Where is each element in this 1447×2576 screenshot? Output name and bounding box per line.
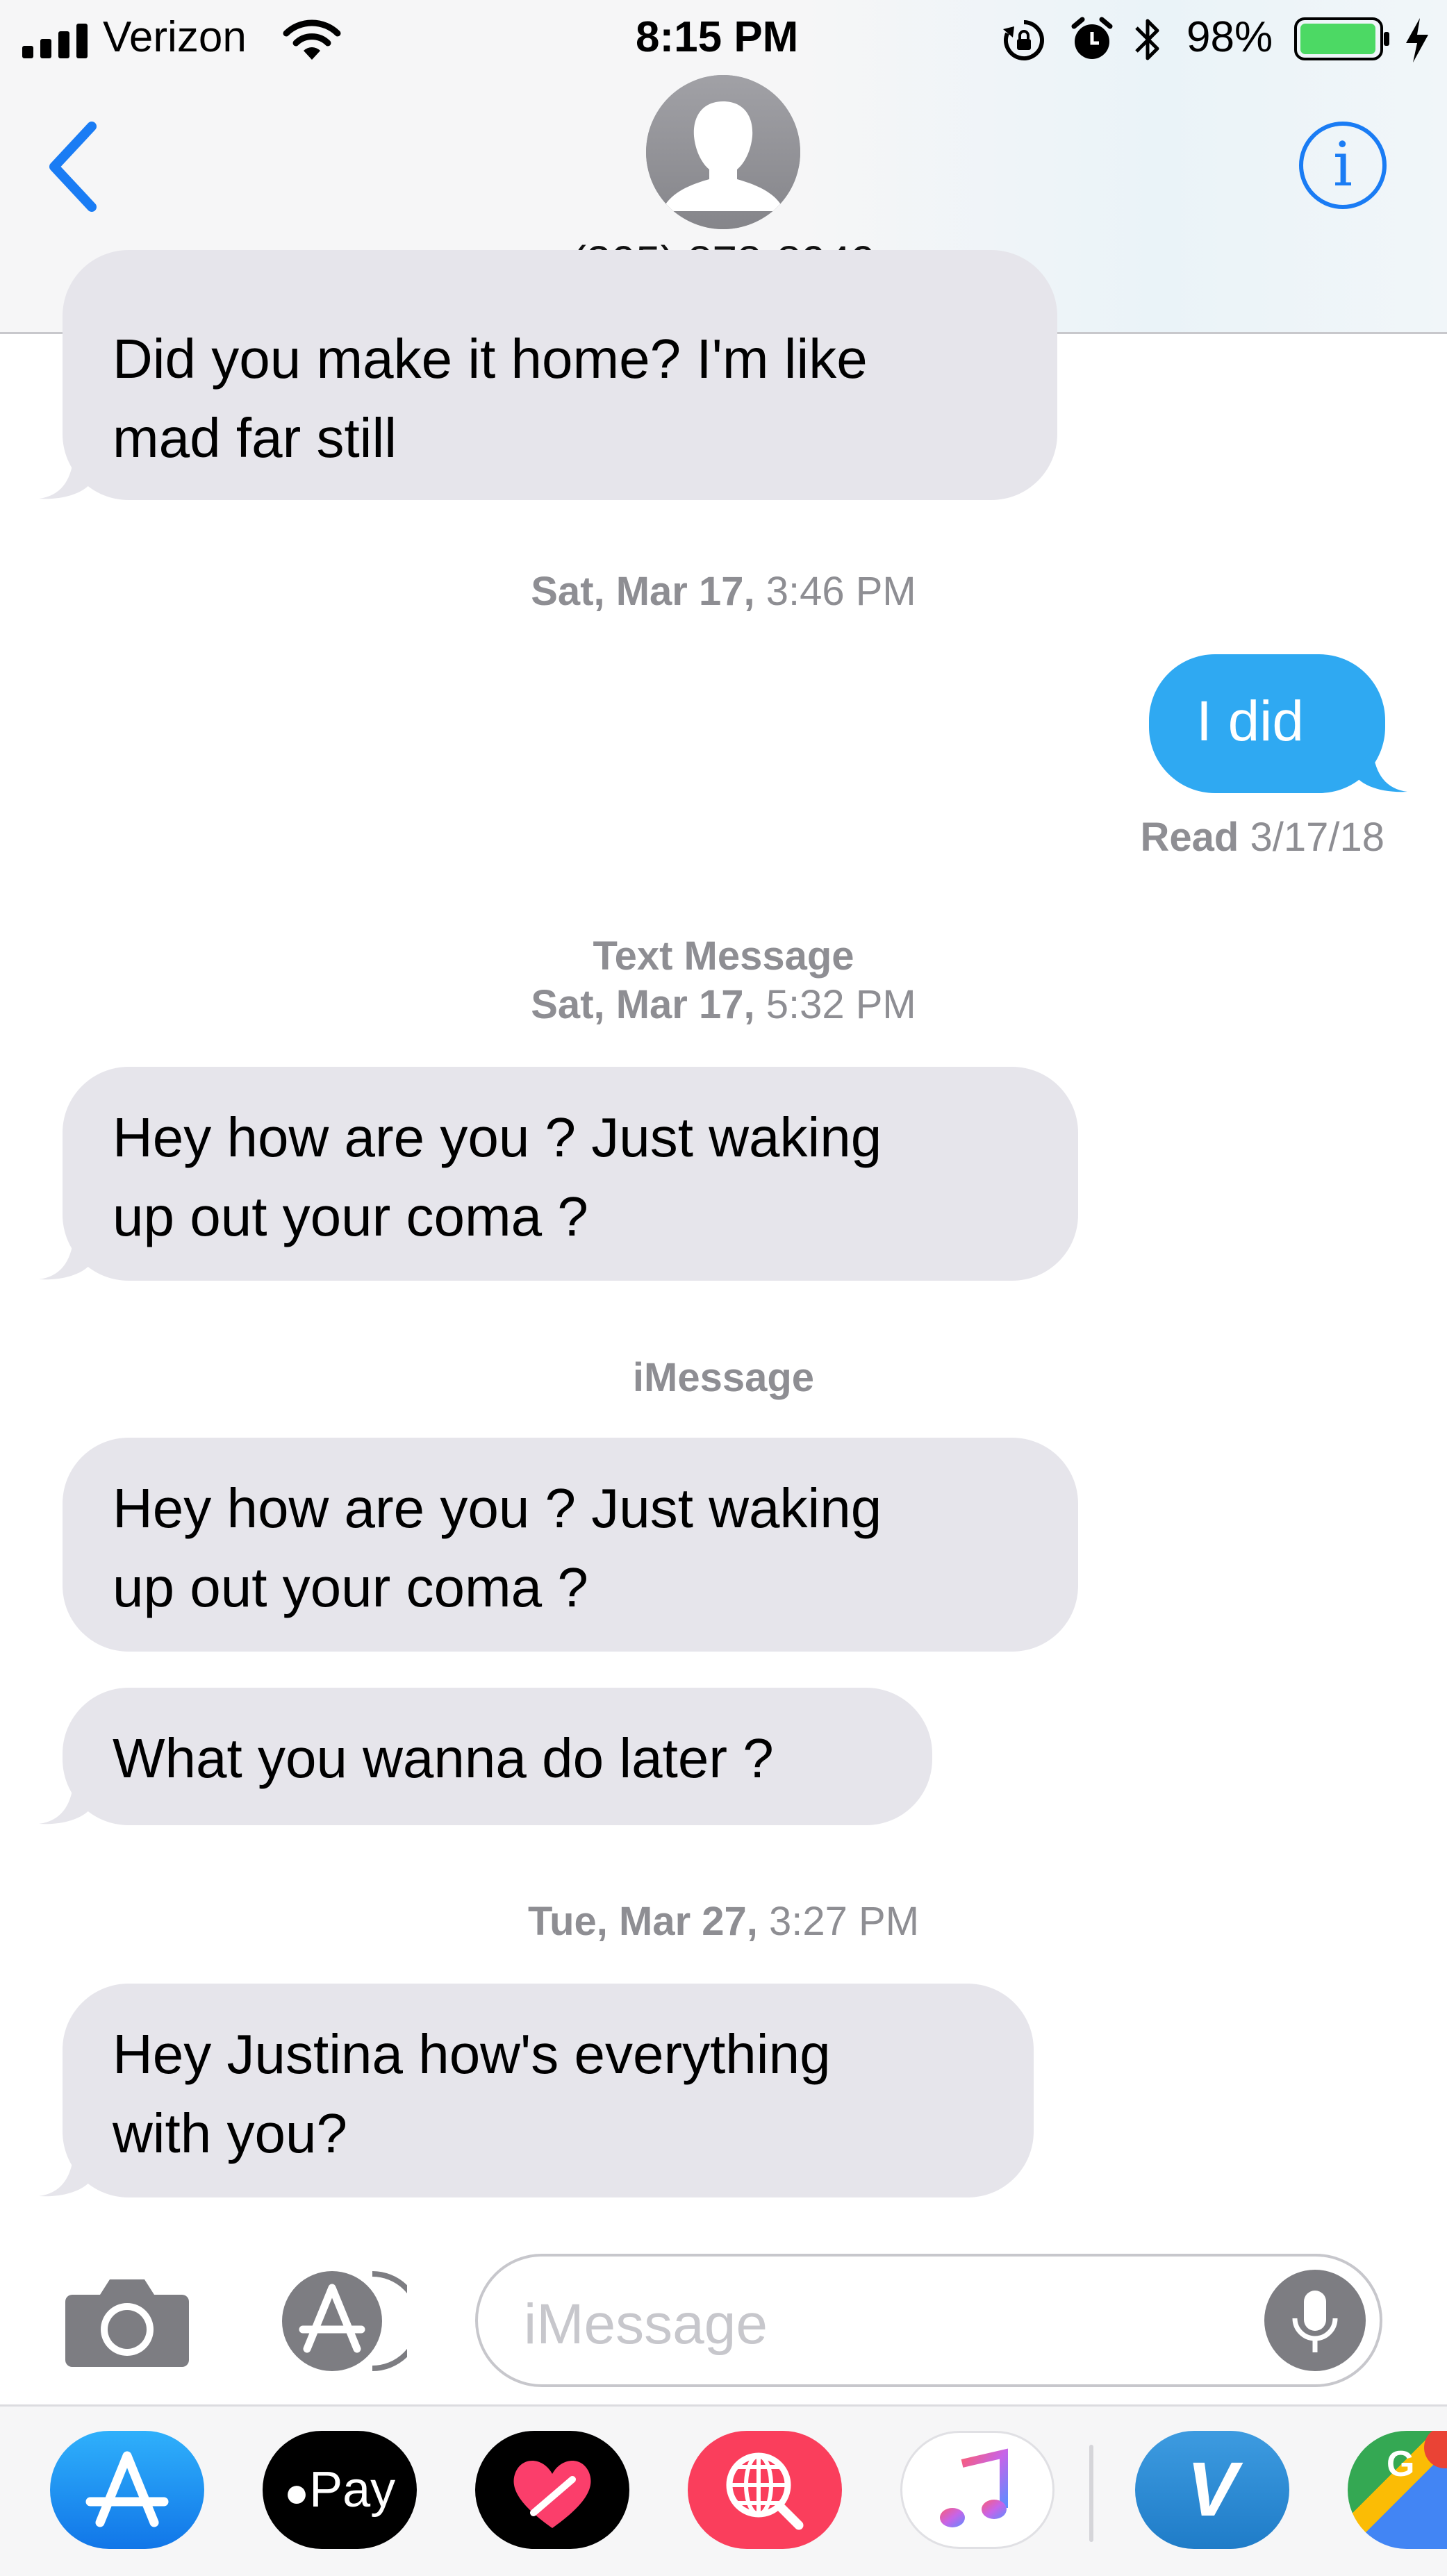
status-bar: Verizon 8:15 PM 98%: [0, 0, 1447, 76]
globe-search-icon: [726, 2452, 804, 2530]
camera-icon[interactable]: [64, 2271, 190, 2368]
person-silhouette-icon: [646, 75, 800, 229]
apple-pay-app-icon[interactable]: ●Pay: [263, 2431, 417, 2549]
battery-icon: [1294, 17, 1389, 60]
sent-message-bubble[interactable]: I did: [1149, 654, 1385, 793]
map-pin-icon: [1424, 2431, 1447, 2468]
status-time: 8:15 PM: [636, 13, 799, 61]
apple-logo-icon: ●: [283, 2469, 310, 2516]
music-app-icon[interactable]: [900, 2431, 1055, 2549]
image-search-app-icon[interactable]: [688, 2431, 842, 2549]
charging-icon: [1406, 18, 1428, 63]
service-label: Text Message: [593, 933, 854, 979]
microphone-button[interactable]: [1264, 2270, 1366, 2371]
message-input-placeholder: iMessage: [524, 2293, 768, 2356]
venmo-app-icon[interactable]: V: [1135, 2431, 1289, 2549]
signal-icon: [22, 24, 88, 58]
bubble-tail: [39, 2154, 94, 2197]
digital-touch-app-icon[interactable]: [475, 2431, 629, 2549]
bubble-tail: [39, 1782, 94, 1825]
music-note-icon: [940, 2448, 1008, 2527]
message-timestamp: Tue, Mar 27, 3:27 PM: [527, 1899, 920, 1944]
orientation-lock-icon: [1003, 20, 1044, 60]
google-g-icon: G: [1387, 2444, 1415, 2484]
alarm-icon: [1071, 17, 1113, 59]
bubble-tail: [39, 457, 94, 499]
app-store-glyph-icon: [85, 2451, 169, 2527]
received-message-bubble[interactable]: Hey how are you ? Just waking up out you…: [63, 1438, 1078, 1652]
heart-icon: [513, 2460, 591, 2528]
received-message-bubble[interactable]: Did you make it home? I'm like mad far s…: [63, 250, 1057, 500]
chevron-left-icon[interactable]: [42, 118, 104, 215]
service-label: iMessage: [632, 1355, 815, 1400]
read-receipt: Read 3/17/18: [1140, 815, 1384, 860]
received-message-bubble[interactable]: Hey Justina how's everything with you?: [63, 1984, 1034, 2197]
drawer-separator: [1089, 2445, 1093, 2542]
bluetooth-icon: [1135, 19, 1159, 60]
message-timestamp: Sat, Mar 17, 5:32 PM: [531, 982, 916, 1027]
apple-pay-label: Pay: [309, 2462, 396, 2518]
avatar[interactable]: [646, 75, 800, 229]
app-store-icon[interactable]: [268, 2267, 407, 2375]
info-icon[interactable]: i: [1299, 122, 1387, 209]
wifi-icon: [283, 19, 341, 60]
received-message-bubble[interactable]: What you wanna do later ?: [63, 1688, 932, 1825]
battery-percent: 98%: [1186, 13, 1273, 61]
message-timestamp: Sat, Mar 17, 3:46 PM: [531, 569, 916, 614]
app-store-app-icon[interactable]: [50, 2431, 204, 2549]
microphone-icon: [1292, 2291, 1338, 2352]
carrier-name: Verizon: [103, 13, 247, 61]
bubble-tail: [39, 1238, 94, 1280]
bubble-tail: [1352, 750, 1407, 792]
received-message-bubble[interactable]: Hey how are you ? Just waking up out you…: [63, 1067, 1078, 1281]
